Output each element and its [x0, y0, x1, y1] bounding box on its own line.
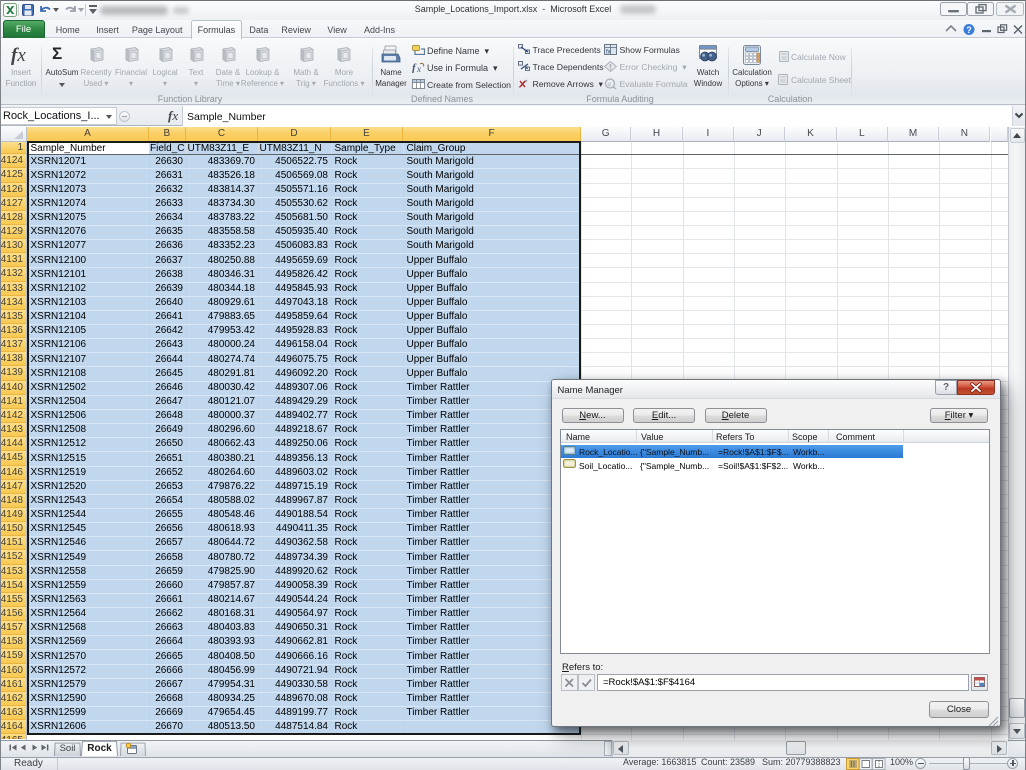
svg-text:x: x	[416, 64, 421, 73]
svg-text:?: ?	[966, 25, 972, 35]
svg-text:fx: fx	[606, 50, 611, 56]
svg-text:a: a	[607, 80, 611, 88]
